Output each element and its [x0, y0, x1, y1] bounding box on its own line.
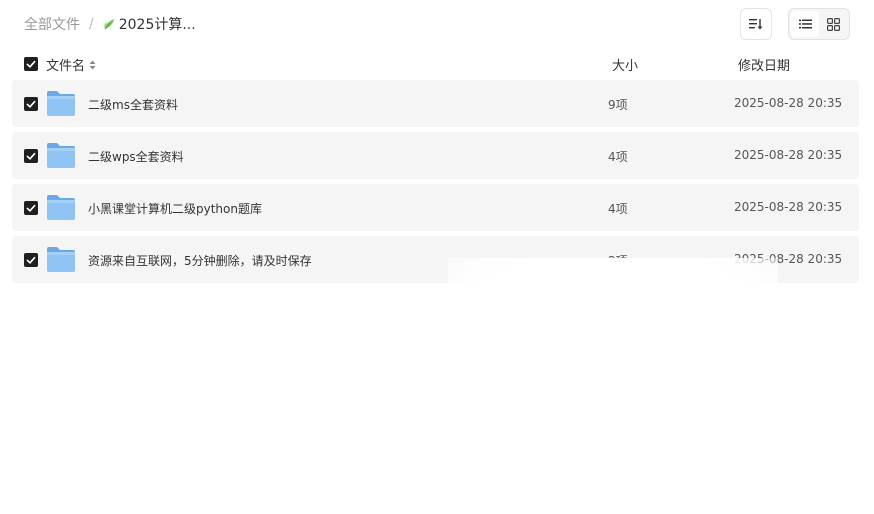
- check-icon: [26, 256, 36, 264]
- sort-icon: [749, 19, 763, 30]
- check-icon: [26, 100, 36, 108]
- folder-icon: [47, 91, 75, 116]
- file-size: 9项: [608, 98, 628, 112]
- check-icon: [26, 60, 36, 68]
- column-header-name-label: 文件名: [46, 59, 86, 74]
- breadcrumb-current: 2025计算...: [102, 14, 196, 34]
- file-date: 2025-08-28 20:35: [734, 252, 843, 266]
- view-switch: [788, 8, 850, 40]
- folder-icon: [47, 247, 75, 272]
- column-header-date[interactable]: 修改日期: [738, 55, 790, 74]
- row-checkbox[interactable]: [24, 201, 38, 215]
- file-date: 2025-08-28 20:35: [734, 200, 843, 214]
- file-row[interactable]: 小黑课堂计算机二级python题库 4项 2025-08-28 20:35: [12, 184, 859, 231]
- file-size: 4项: [608, 202, 628, 216]
- list-view-button[interactable]: [791, 11, 819, 37]
- file-date: 2025-08-28 20:35: [734, 96, 843, 110]
- breadcrumb-separator: /: [89, 16, 94, 32]
- row-checkbox[interactable]: [24, 253, 38, 267]
- file-name[interactable]: 资源来自互联网，5分钟删除，请及时保存: [88, 252, 312, 269]
- file-size: 4项: [608, 150, 628, 164]
- check-icon: [26, 204, 36, 212]
- folder-icon: [47, 143, 75, 168]
- file-name[interactable]: 小黑课堂计算机二级python题库: [88, 200, 262, 217]
- breadcrumb-current-label: 2025计算...: [118, 17, 196, 33]
- file-size: 2项: [608, 254, 628, 268]
- list-view-icon: [798, 19, 812, 29]
- file-row[interactable]: 二级wps全套资料 4项 2025-08-28 20:35: [12, 132, 859, 179]
- row-checkbox[interactable]: [24, 97, 38, 111]
- check-icon: [26, 152, 36, 160]
- file-browser: 全部文件 / 2025计算... 文件名 大小 修改日期 二级ms全套资料 9项…: [0, 0, 874, 514]
- sort-caret-icon: [89, 60, 96, 69]
- file-row[interactable]: 资源来自互联网，5分钟删除，请及时保存 2项 2025-08-28 20:35: [12, 236, 859, 283]
- grid-view-button[interactable]: [819, 11, 847, 37]
- folder-icon: [47, 195, 75, 220]
- sort-button[interactable]: [740, 8, 772, 40]
- breadcrumb-root-link[interactable]: 全部文件: [24, 14, 80, 34]
- file-name[interactable]: 二级wps全套资料: [88, 148, 184, 165]
- column-header-size[interactable]: 大小: [612, 55, 638, 74]
- breadcrumb: 全部文件 / 2025计算...: [24, 14, 196, 34]
- grid-view-icon: [826, 17, 840, 31]
- column-header-name[interactable]: 文件名: [46, 55, 96, 74]
- list-header: 文件名 大小 修改日期: [12, 52, 859, 76]
- file-row[interactable]: 二级ms全套资料 9项 2025-08-28 20:35: [12, 80, 859, 127]
- file-date: 2025-08-28 20:35: [734, 148, 843, 162]
- row-checkbox[interactable]: [24, 149, 38, 163]
- select-all-checkbox[interactable]: [24, 57, 38, 71]
- file-name[interactable]: 二级ms全套资料: [88, 96, 178, 113]
- leaf-icon: [103, 19, 114, 30]
